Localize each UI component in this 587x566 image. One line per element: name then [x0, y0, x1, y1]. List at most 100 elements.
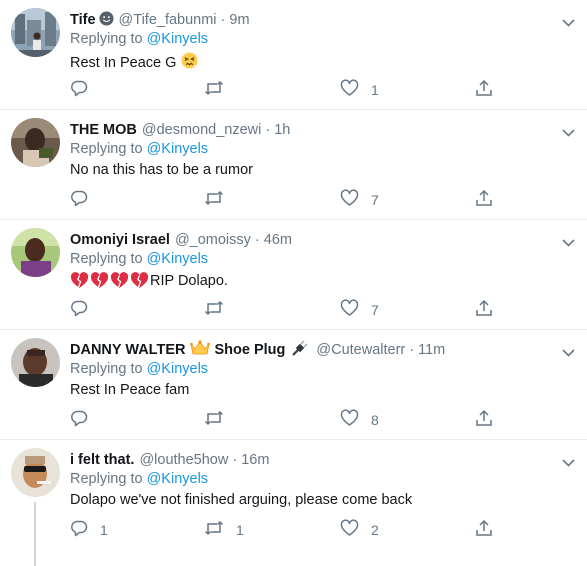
mention-link[interactable]: @Kinyels	[147, 361, 208, 377]
retweet-icon	[204, 519, 224, 540]
separator-dot: ·	[409, 342, 415, 358]
tweet-text: Rest In Peace fam	[70, 382, 189, 398]
like-button[interactable]: 7	[340, 299, 379, 320]
share-button[interactable]	[475, 79, 493, 100]
reply-icon	[70, 519, 88, 540]
user-handle[interactable]: @desmond_nzewi	[142, 122, 262, 138]
tweet[interactable]: DANNY WALTER Shoe Plug @Cutewalterr · 11…	[0, 330, 587, 440]
tweet[interactable]: Omoniyi Israel @_omoissy · 46m Replying …	[0, 220, 587, 330]
display-name[interactable]: Omoniyi Israel	[70, 232, 170, 248]
chevron-down-icon[interactable]	[562, 14, 575, 32]
persevering-face-icon	[181, 52, 198, 73]
display-name[interactable]: i felt that.	[70, 452, 134, 468]
tweet[interactable]: THE MOB @desmond_nzewi · 1h Replying to …	[0, 110, 587, 220]
replying-to-label: Replying to	[70, 251, 143, 267]
mention-link[interactable]: @Kinyels	[147, 141, 208, 157]
retweet-icon	[204, 79, 224, 100]
display-name[interactable]: DANNY WALTER	[70, 342, 185, 358]
heart-icon	[340, 519, 359, 540]
share-icon	[475, 79, 493, 100]
tweet-text-content: Rest In Peace G	[70, 54, 177, 71]
tweet-text-content: Rest In Peace fam	[70, 382, 190, 398]
chevron-down-icon[interactable]	[562, 234, 575, 252]
mention-link[interactable]: @Kinyels	[147, 471, 208, 487]
replying-to-label: Replying to	[70, 471, 143, 487]
timestamp[interactable]: 9m	[229, 12, 249, 28]
retweet-button[interactable]	[204, 409, 236, 430]
retweet-button[interactable]	[204, 79, 236, 100]
like-button[interactable]: 7	[340, 189, 379, 210]
retweet-icon	[204, 189, 224, 210]
tweet[interactable]: Tife @Tife_fabunmi · 9m Replying to @Kin…	[0, 0, 587, 110]
reply-icon	[70, 299, 88, 320]
retweet-button[interactable]: 1	[204, 519, 244, 540]
separator-dot: ·	[220, 12, 226, 28]
mention-link[interactable]: @Kinyels	[147, 31, 208, 47]
timestamp[interactable]: 16m	[241, 452, 269, 468]
avatar[interactable]	[11, 448, 60, 497]
heart-icon	[340, 189, 359, 210]
reply-button[interactable]	[70, 79, 100, 100]
replying-to-line: Replying to @Kinyels	[70, 361, 208, 377]
broken-heart-icon	[70, 272, 89, 288]
avatar[interactable]	[11, 118, 60, 167]
like-count: 7	[371, 191, 379, 208]
like-count: 7	[371, 301, 379, 318]
share-button[interactable]	[475, 299, 493, 320]
reply-button[interactable]	[70, 409, 100, 430]
tweet-header: THE MOB @desmond_nzewi · 1h	[70, 120, 547, 140]
chevron-down-icon[interactable]	[562, 454, 575, 472]
user-handle[interactable]: @Tife_fabunmi	[119, 12, 217, 28]
timestamp[interactable]: 11m	[418, 342, 445, 358]
chevron-down-icon[interactable]	[562, 344, 575, 362]
tweet-text: No na this has to be a rumor	[70, 162, 253, 178]
separator-dot: ·	[265, 122, 271, 138]
replying-to-label: Replying to	[70, 141, 143, 157]
share-button[interactable]	[475, 189, 493, 210]
tweet-text: RIP Dolapo.	[70, 272, 228, 289]
user-handle[interactable]: @louthe5how	[139, 452, 228, 468]
retweet-button[interactable]	[204, 299, 236, 320]
tweet[interactable]: i felt that. @louthe5how · 16m Replying …	[0, 440, 587, 566]
broken-heart-icon	[130, 272, 149, 288]
share-icon	[475, 409, 493, 430]
timestamp[interactable]: 1h	[274, 122, 290, 138]
like-button[interactable]: 2	[340, 519, 379, 540]
user-handle[interactable]: @_omoissy	[175, 232, 251, 248]
replying-to-line: Replying to @Kinyels	[70, 31, 208, 47]
tweet-actions: 7	[70, 189, 510, 209]
separator-dot: ·	[232, 452, 238, 468]
reply-button[interactable]	[70, 189, 100, 210]
chevron-down-icon[interactable]	[562, 124, 575, 142]
timestamp[interactable]: 46m	[264, 232, 292, 248]
electric-plug-icon	[291, 339, 308, 361]
share-icon	[475, 189, 493, 210]
share-button[interactable]	[475, 519, 493, 540]
display-name[interactable]: THE MOB	[70, 122, 137, 138]
avatar[interactable]	[11, 338, 60, 387]
replying-to-label: Replying to	[70, 361, 143, 377]
tweet-actions: 7	[70, 299, 510, 319]
like-button[interactable]: 8	[340, 409, 379, 430]
display-name[interactable]: Tife	[70, 12, 96, 28]
tweet-header: Tife @Tife_fabunmi · 9m	[70, 10, 547, 30]
tweet-header: DANNY WALTER Shoe Plug @Cutewalterr · 11…	[70, 339, 547, 361]
thread-connector	[34, 502, 36, 566]
like-count: 8	[371, 411, 379, 428]
retweet-button[interactable]	[204, 189, 236, 210]
avatar[interactable]	[11, 8, 60, 57]
share-button[interactable]	[475, 409, 493, 430]
reply-button[interactable]	[70, 299, 100, 320]
user-handle[interactable]: @Cutewalterr	[316, 342, 405, 358]
replying-to-line: Replying to @Kinyels	[70, 251, 208, 267]
like-button[interactable]: 1	[340, 79, 379, 100]
mention-link[interactable]: @Kinyels	[147, 251, 208, 267]
share-icon	[475, 519, 493, 540]
avatar[interactable]	[11, 228, 60, 277]
heart-icon	[340, 79, 359, 100]
tweet-actions: 1 1 2	[70, 519, 510, 539]
reply-button[interactable]: 1	[70, 519, 108, 540]
replying-to-line: Replying to @Kinyels	[70, 141, 208, 157]
reply-icon	[70, 189, 88, 210]
reply-feed: Tife @Tife_fabunmi · 9m Replying to @Kin…	[0, 0, 587, 566]
